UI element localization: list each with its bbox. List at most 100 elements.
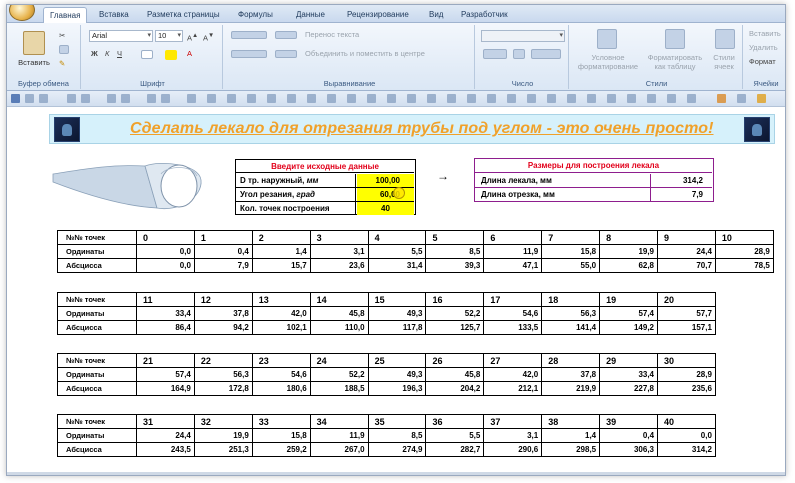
table-cell[interactable]: 102,1 [251, 320, 311, 335]
toolbar-icon[interactable] [647, 94, 656, 103]
toolbar-icon[interactable] [627, 94, 636, 103]
table-cell[interactable]: 52,2 [425, 306, 485, 321]
format-as-table-icon[interactable] [665, 29, 685, 49]
toolbar-icon[interactable] [307, 94, 316, 103]
table-cell[interactable]: 30 [657, 353, 716, 368]
format-painter-icon[interactable]: ✎ [59, 59, 65, 69]
table-cell[interactable]: 62,8 [599, 258, 659, 273]
table-cell[interactable]: 1,4 [541, 428, 601, 443]
toolbar-icon[interactable] [687, 94, 696, 103]
table-cell[interactable]: 78,5 [714, 258, 774, 273]
table-cell[interactable]: 235,6 [657, 381, 716, 396]
table-cell[interactable]: 22 [193, 353, 253, 368]
toolbar-icon[interactable] [667, 94, 676, 103]
tab-developer[interactable]: Разработчик [455, 7, 514, 23]
tab-page-layout[interactable]: Разметка страницы [141, 7, 226, 23]
redo-icon[interactable] [39, 94, 48, 103]
toolbar-icon[interactable] [347, 94, 356, 103]
table-cell[interactable]: 15,8 [251, 428, 311, 443]
table-cell[interactable]: 298,5 [541, 442, 601, 457]
table-cell[interactable]: 39 [599, 414, 659, 429]
toolbar-icon[interactable] [467, 94, 476, 103]
fill-color-icon[interactable] [165, 50, 177, 60]
table-cell[interactable]: 125,7 [425, 320, 485, 335]
toolbar-icon[interactable] [367, 94, 376, 103]
conditional-format-icon[interactable] [597, 29, 617, 49]
toolbar-icon[interactable] [207, 94, 216, 103]
table-cell[interactable]: 5 [425, 230, 485, 245]
table-cell[interactable]: 15,8 [541, 244, 601, 259]
table-cell[interactable]: 4 [367, 230, 427, 245]
toolbar-icon[interactable] [487, 94, 496, 103]
angle-input[interactable]: 60,00 [357, 188, 414, 201]
toolbar-icon[interactable] [737, 94, 746, 103]
insert-cells-button[interactable]: Вставить [749, 29, 781, 39]
table-cell[interactable]: 45,8 [309, 306, 369, 321]
table-cell[interactable]: 5,5 [367, 244, 427, 259]
toolbar-icon[interactable] [567, 94, 576, 103]
font-name-select[interactable]: Arial [89, 30, 153, 42]
tab-review[interactable]: Рецензирование [341, 7, 415, 23]
table-cell[interactable]: 24,4 [136, 428, 195, 443]
table-cell[interactable]: 3 [309, 230, 369, 245]
tab-insert[interactable]: Вставка [93, 7, 135, 23]
table-cell[interactable]: 57,4 [599, 306, 659, 321]
table-cell[interactable]: 282,7 [425, 442, 485, 457]
table-cell[interactable]: 36 [425, 414, 485, 429]
table-cell[interactable]: 259,2 [251, 442, 311, 457]
table-cell[interactable]: 57,7 [657, 306, 716, 321]
table-cell[interactable]: 19,9 [599, 244, 659, 259]
table-cell[interactable]: 314,2 [657, 442, 716, 457]
table-cell[interactable]: 52,2 [309, 367, 369, 382]
points-count-input[interactable]: 40 [357, 202, 414, 215]
toolbar-icon[interactable] [161, 94, 170, 103]
toolbar-icon[interactable] [507, 94, 516, 103]
italic-icon[interactable]: К [105, 49, 109, 59]
table-cell[interactable]: 23 [251, 353, 311, 368]
table-cell[interactable]: 0 [136, 230, 195, 245]
table-cell[interactable]: 243,5 [136, 442, 195, 457]
table-cell[interactable]: 141,4 [541, 320, 601, 335]
undo-icon[interactable] [25, 94, 34, 103]
table-cell[interactable]: 28,9 [657, 367, 716, 382]
toolbar-icon[interactable] [81, 94, 90, 103]
table-cell[interactable]: 57,4 [136, 367, 195, 382]
table-cell[interactable]: 267,0 [309, 442, 369, 457]
table-cell[interactable]: 157,1 [657, 320, 716, 335]
toolbar-icon[interactable] [607, 94, 616, 103]
table-cell[interactable]: 21 [136, 353, 195, 368]
table-cell[interactable]: 3,1 [483, 428, 543, 443]
table-cell[interactable]: 56,3 [541, 306, 601, 321]
cell-styles-icon[interactable] [715, 29, 735, 49]
table-cell[interactable]: 149,2 [599, 320, 659, 335]
table-cell[interactable]: 31,4 [367, 258, 427, 273]
table-cell[interactable]: 219,9 [541, 381, 601, 396]
table-cell[interactable]: 1,4 [251, 244, 311, 259]
table-cell[interactable]: 54,6 [483, 306, 543, 321]
table-cell[interactable]: 3,1 [309, 244, 369, 259]
format-cells-button[interactable]: Формат [749, 57, 776, 67]
toolbar-icon[interactable] [267, 94, 276, 103]
table-cell[interactable]: 37,8 [193, 306, 253, 321]
table-cell[interactable]: 8,5 [367, 428, 427, 443]
table-cell[interactable]: 25 [367, 353, 427, 368]
font-color-icon[interactable]: A [187, 49, 192, 59]
toolbar-icon[interactable] [717, 94, 726, 103]
font-size-select[interactable]: 10 [155, 30, 183, 42]
delete-cells-button[interactable]: Удалить [749, 43, 778, 53]
diameter-input[interactable]: 100,00 [357, 174, 414, 187]
table-cell[interactable]: 19 [599, 292, 659, 307]
table-cell[interactable]: 11,9 [483, 244, 543, 259]
table-cell[interactable]: 49,3 [367, 367, 427, 382]
table-cell[interactable]: 15 [367, 292, 427, 307]
table-cell[interactable]: 38 [541, 414, 601, 429]
table-cell[interactable]: 117,8 [367, 320, 427, 335]
toolbar-icon[interactable] [527, 94, 536, 103]
worksheet[interactable]: Сделать лекало для отрезания трубы под у… [7, 107, 785, 475]
table-cell[interactable]: 204,2 [425, 381, 485, 396]
paste-icon[interactable] [23, 31, 45, 55]
table-cell[interactable]: 26 [425, 353, 485, 368]
table-cell[interactable]: 15,7 [251, 258, 311, 273]
wrap-text-button[interactable]: Перенос текста [305, 30, 359, 40]
toolbar-icon[interactable] [387, 94, 396, 103]
